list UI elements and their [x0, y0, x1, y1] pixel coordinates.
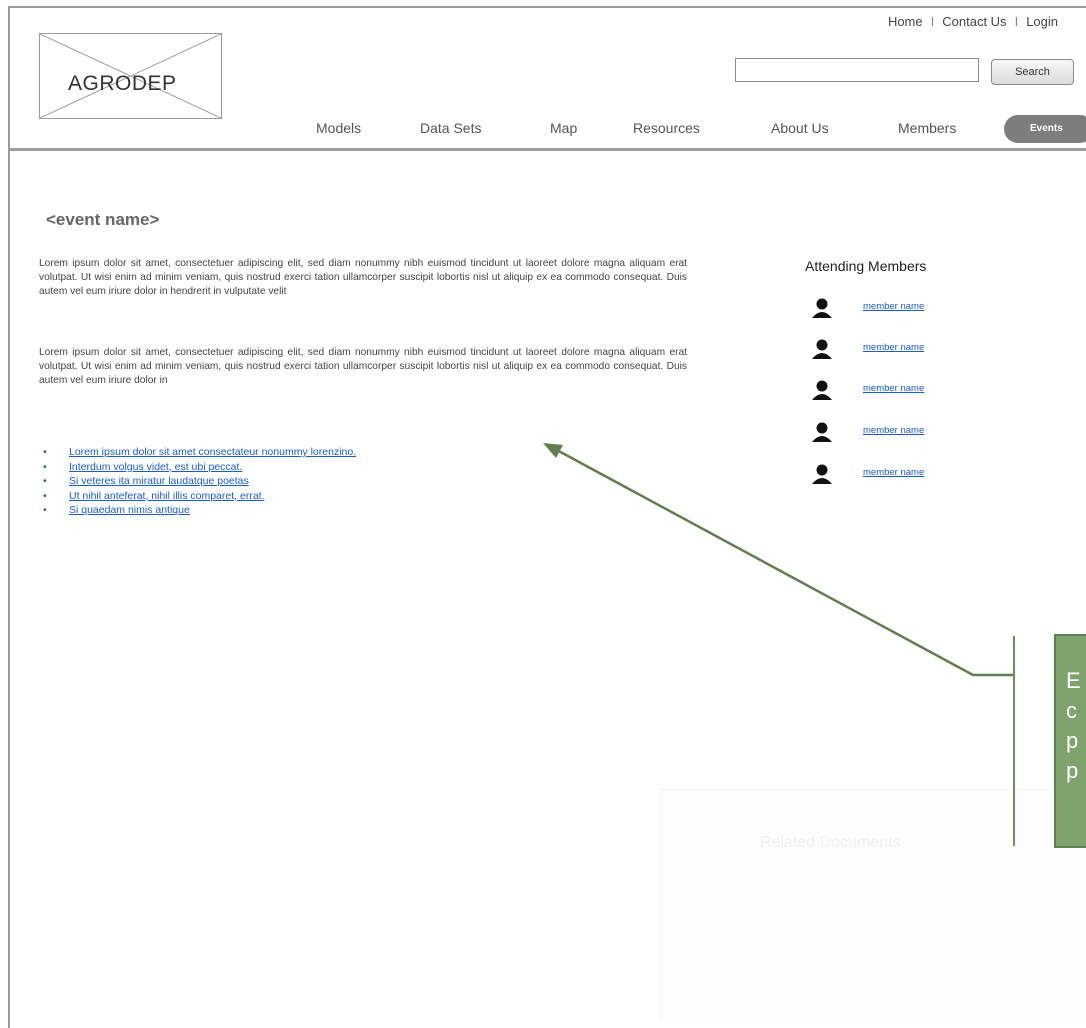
callout-line: p — [1066, 758, 1079, 783]
callout-line: p — [1066, 728, 1079, 753]
annotation-callout: E c p p — [1054, 634, 1086, 848]
annotation-bracket — [1013, 636, 1015, 846]
callout-line: c — [1066, 698, 1077, 723]
annotation-arrow-icon — [543, 443, 1013, 677]
callout-line: E — [1066, 668, 1081, 693]
